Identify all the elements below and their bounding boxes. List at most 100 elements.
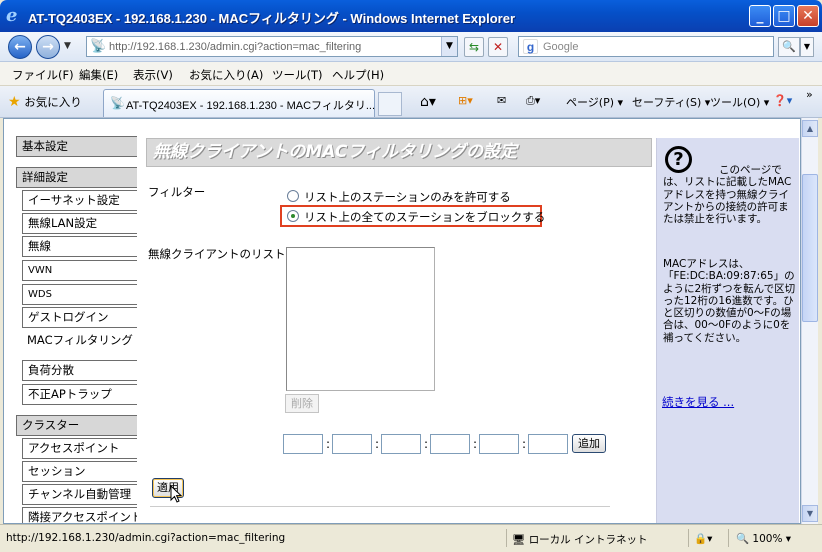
radio-allow[interactable]	[287, 190, 299, 202]
client-listbox[interactable]	[286, 247, 435, 391]
back-button[interactable]: ←	[8, 35, 32, 59]
tab-title: AT-TQ2403EX - 192.168.1.230 - MACフィルタリ..…	[126, 100, 376, 112]
window-title: AT-TQ2403EX - 192.168.1.230 - MACフィルタリング…	[28, 11, 515, 26]
mac-separator: :	[424, 437, 429, 451]
status-divider	[506, 529, 507, 547]
sidebar-item-ethernet[interactable]: イーサネット設定	[22, 190, 137, 211]
delete-button[interactable]: 削除	[285, 394, 319, 413]
sidebar-advanced[interactable]: 詳細設定	[16, 167, 137, 188]
filter-label: フィルター	[148, 185, 206, 199]
help-icon[interactable]: ❓▾	[773, 94, 792, 107]
tools-menu[interactable]: ツール(O) ▾	[710, 94, 769, 110]
help-panel: ? このページでは、リストに記載したMACアドレスを持つ無線クライアントからの接…	[656, 138, 799, 523]
page-icon: 📡	[90, 39, 107, 54]
tab-page-icon: 📡	[110, 96, 125, 110]
minimize-button[interactable]: _	[749, 5, 771, 27]
feeds-icon[interactable]: ⊞▾	[458, 94, 473, 107]
help-intro-text: このページでは、リストに記載したMACアドレスを持つ無線クライアントからの接続の…	[663, 164, 792, 226]
title-bar: e AT-TQ2403EX - 192.168.1.230 - MACフィルタリ…	[0, 0, 822, 32]
url-dropdown-icon[interactable]: ▼	[441, 37, 457, 56]
print-icon[interactable]: ⎙▾	[526, 94, 540, 108]
sidebar-item-channel-auto[interactable]: チャンネル自動管理	[22, 484, 137, 505]
sidebar-item-load-balance[interactable]: 負荷分散	[22, 360, 137, 381]
sidebar-item-wlan[interactable]: 無線LAN設定	[22, 213, 137, 234]
search-button[interactable]: 🔍	[778, 37, 800, 57]
scroll-down-icon[interactable]: ▼	[802, 505, 818, 522]
status-url: http://192.168.1.230/admin.cgi?action=ma…	[6, 532, 286, 544]
maximize-button[interactable]: □	[773, 5, 795, 27]
vertical-scrollbar[interactable]: ▲ ▼	[801, 118, 818, 524]
mac-field-4[interactable]	[430, 434, 470, 454]
search-placeholder: Google	[543, 41, 579, 53]
zoom-control[interactable]: 🔍 100% ▾	[736, 532, 791, 545]
mac-separator: :	[326, 437, 331, 451]
url-text: http://192.168.1.230/admin.cgi?action=ma…	[109, 41, 362, 53]
help-mac-text: MACアドレスは、「FE:DC:BA:09:87:65」のように2桁ずつを転んで…	[663, 258, 796, 344]
scroll-thumb[interactable]	[802, 174, 818, 322]
favorites-button[interactable]: ★ お気に入り	[8, 94, 82, 110]
page-menu-label: ページ(P)	[566, 96, 614, 109]
sidebar-item-access-point[interactable]: アクセスポイント	[22, 438, 137, 459]
favorites-label: お気に入り	[24, 95, 82, 109]
client-list-label: 無線クライアントのリスト	[148, 247, 286, 261]
refresh-button[interactable]: ⇆	[464, 37, 484, 57]
radio-block-label[interactable]: リスト上の全てのステーションをブロックする	[304, 209, 545, 225]
star-icon: ★	[8, 94, 21, 110]
mac-field-1[interactable]	[283, 434, 323, 454]
divider	[150, 506, 610, 507]
ie-logo-icon: e	[6, 5, 18, 26]
sidebar-item-mac-filtering[interactable]: MACフィルタリング	[22, 331, 137, 352]
sidebar-item-session[interactable]: セッション	[22, 461, 137, 482]
mouse-cursor-icon	[170, 485, 182, 503]
radio-allow-label[interactable]: リスト上のステーションのみを許可する	[304, 189, 511, 205]
page-content: 基本設定 詳細設定 イーサネット設定 無線LAN設定 無線 VWN WDS ゲス…	[3, 118, 801, 524]
sidebar-cluster[interactable]: クラスター	[16, 415, 137, 436]
search-input[interactable]: g Google	[518, 36, 774, 57]
scroll-up-icon[interactable]: ▲	[802, 120, 818, 137]
sidebar-item-guest-login[interactable]: ゲストログイン	[22, 307, 137, 328]
sidebar-item-wireless[interactable]: 無線	[22, 236, 137, 257]
sidebar-item-neighbor-ap[interactable]: 隣接アクセスポイント	[22, 507, 137, 523]
mac-field-5[interactable]	[479, 434, 519, 454]
zone-text: ローカル イントラネット	[528, 534, 648, 546]
menu-file[interactable]: ファイル(F)	[12, 67, 74, 83]
sidebar-item-wds[interactable]: WDS	[22, 284, 137, 305]
menu-favorites[interactable]: お気に入り(A)	[189, 67, 263, 83]
sidebar-item-vwn[interactable]: VWN	[22, 260, 137, 281]
add-button[interactable]: 追加	[572, 434, 606, 453]
status-bar: http://192.168.1.230/admin.cgi?action=ma…	[0, 524, 822, 552]
google-icon: g	[523, 39, 538, 54]
home-icon[interactable]: ⌂▾	[420, 94, 436, 110]
safety-menu[interactable]: セーフティ(S) ▾	[632, 94, 710, 110]
sidebar-basic[interactable]: 基本設定	[16, 136, 137, 157]
mac-separator: :	[473, 437, 478, 451]
menu-tools[interactable]: ツール(T)	[272, 67, 323, 83]
page-menu[interactable]: ページ(P) ▾	[566, 94, 623, 110]
stop-button[interactable]: ✕	[488, 37, 508, 57]
mac-field-6[interactable]	[528, 434, 568, 454]
menu-edit[interactable]: 編集(E)	[79, 67, 118, 83]
zoom-level: 100%	[752, 533, 783, 545]
url-field[interactable]: 📡 http://192.168.1.230/admin.cgi?action=…	[86, 36, 458, 57]
history-dropdown-icon[interactable]: ▼	[64, 41, 71, 51]
page-title: 無線クライアントのMACフィルタリングの設定	[146, 138, 652, 167]
sidebar-item-rogue-ap[interactable]: 不正APトラップ	[22, 384, 137, 405]
mac-field-3[interactable]	[381, 434, 421, 454]
safety-menu-label: セーフティ(S)	[632, 96, 702, 109]
read-more-link[interactable]: 続きを見る ...	[662, 394, 734, 410]
protected-mode-icon[interactable]: 🔒▾	[694, 532, 712, 545]
forward-button[interactable]: →	[36, 35, 60, 59]
mail-icon[interactable]: ✉	[497, 94, 506, 107]
mac-field-2[interactable]	[332, 434, 372, 454]
menu-view[interactable]: 表示(V)	[133, 67, 173, 83]
status-divider	[728, 529, 729, 547]
tab-active[interactable]: 📡 AT-TQ2403EX - 192.168.1.230 - MACフィルタリ…	[103, 89, 375, 117]
mac-separator: :	[522, 437, 527, 451]
chevron-more-icon[interactable]: »	[806, 88, 813, 101]
radio-block[interactable]	[287, 210, 299, 222]
mac-separator: :	[375, 437, 380, 451]
new-tab-button[interactable]	[378, 92, 402, 116]
search-options-icon[interactable]: ▼	[800, 37, 814, 57]
close-button[interactable]: ✕	[797, 5, 819, 27]
menu-help[interactable]: ヘルプ(H)	[332, 67, 384, 83]
